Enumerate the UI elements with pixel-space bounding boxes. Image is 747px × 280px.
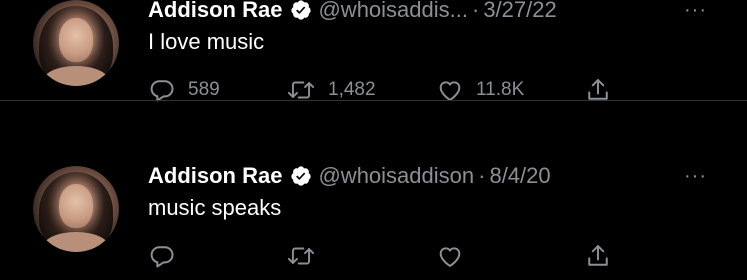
tweet-actions: [148, 242, 612, 270]
reply-count: 589: [188, 79, 220, 100]
tweet-header: Addison Rae @whoisaddis... · 3/27/22: [148, 0, 557, 24]
more-icon[interactable]: ···: [684, 162, 707, 190]
retweet-count: 1,482: [328, 79, 376, 100]
verified-badge-icon: [290, 165, 312, 187]
tweet-header: Addison Rae @whoisaddison · 8/4/20: [148, 162, 551, 190]
tweet[interactable]: Addison Rae @whoisaddis... · 3/27/22 ···…: [0, 0, 747, 114]
author-name[interactable]: Addison Rae: [148, 0, 282, 24]
reply-button[interactable]: [148, 242, 286, 270]
verified-badge-icon: [290, 0, 312, 21]
heart-icon: [436, 242, 464, 270]
author-handle[interactable]: @whoisaddison: [318, 162, 474, 190]
tweet-date[interactable]: 8/4/20: [489, 162, 550, 190]
retweet-icon: [286, 242, 316, 270]
tweet-text: music speaks: [148, 195, 282, 220]
tweet-divider: [0, 100, 747, 101]
separator-dot: ·: [478, 163, 486, 188]
tweet-text: I love music: [148, 29, 265, 54]
avatar[interactable]: [33, 0, 119, 86]
share-icon: [584, 242, 612, 270]
tweet[interactable]: Addison Rae @whoisaddison · 8/4/20 ··· m…: [0, 150, 747, 280]
retweet-button[interactable]: [286, 242, 436, 270]
tweet-date[interactable]: 3/27/22: [483, 0, 556, 24]
like-button[interactable]: [436, 242, 584, 270]
reply-icon: [148, 242, 176, 270]
share-button[interactable]: [584, 242, 612, 270]
author-handle[interactable]: @whoisaddis...: [318, 0, 468, 24]
like-count: 11.8K: [476, 79, 525, 100]
author-name[interactable]: Addison Rae: [148, 162, 282, 190]
more-icon[interactable]: ···: [684, 0, 707, 24]
separator-dot: ·: [471, 0, 480, 22]
avatar[interactable]: [33, 166, 119, 252]
